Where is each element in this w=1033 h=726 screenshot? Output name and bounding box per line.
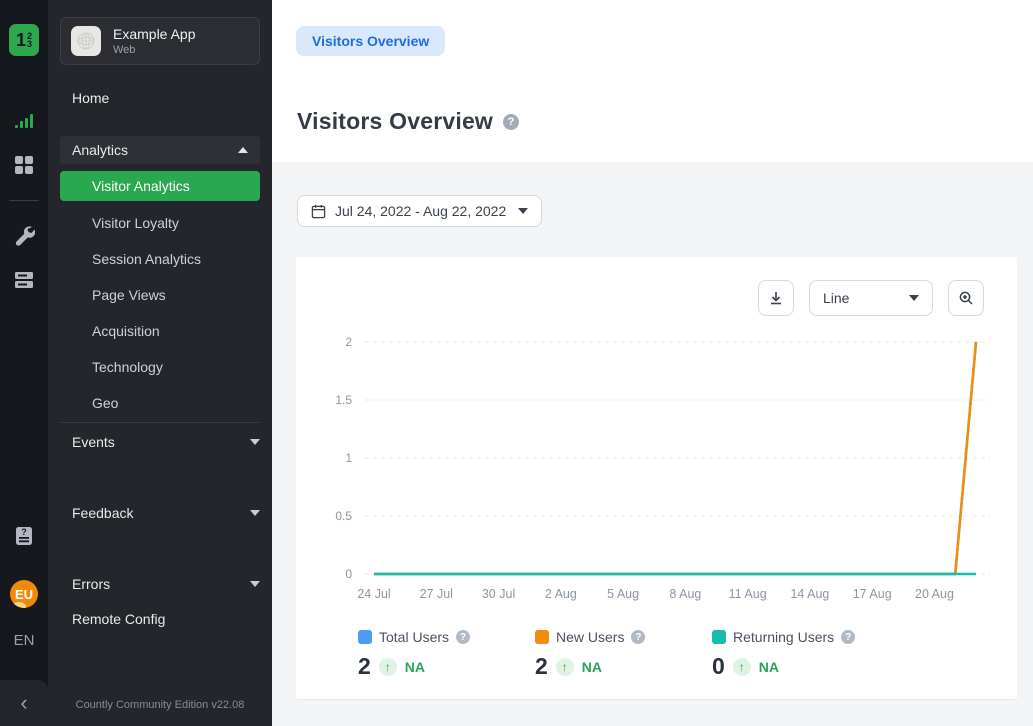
- download-chart-button[interactable]: [758, 280, 794, 316]
- rail-divider: [9, 200, 39, 201]
- svg-text:?: ?: [21, 527, 27, 537]
- main-content: Visitors Overview Visitors Overview ? Ju…: [272, 0, 1033, 726]
- svg-text:1.5: 1.5: [335, 393, 352, 407]
- trend-up-icon: ↑: [733, 658, 751, 676]
- app-icon: [71, 26, 101, 56]
- calendar-icon: [311, 204, 326, 219]
- version-footer: Countly Community Edition v22.08: [48, 699, 272, 711]
- sidebar-item-technology[interactable]: Technology: [60, 353, 260, 381]
- date-range-text: Jul 24, 2022 - Aug 22, 2022: [335, 203, 506, 219]
- svg-text:0: 0: [345, 567, 352, 581]
- legend-label: Total Users: [379, 629, 449, 645]
- chevron-up-icon: [238, 147, 248, 153]
- legend-value: 2: [535, 653, 548, 680]
- svg-text:11 Aug: 11 Aug: [729, 587, 767, 601]
- chart-type-select[interactable]: Line: [809, 280, 933, 316]
- menu-divider: [60, 422, 260, 423]
- page-title: Visitors Overview: [297, 108, 493, 135]
- sidebar-menu: Example App Web Home Analytics Visitor A…: [48, 0, 272, 726]
- app-name: Example App: [113, 26, 196, 42]
- svg-text:24 Jul: 24 Jul: [357, 587, 390, 601]
- legend-returning-users[interactable]: Returning Users? 0 ↑ NA: [712, 629, 889, 680]
- legend-help-icon[interactable]: ?: [456, 630, 470, 644]
- icon-rail: 123 ? EU EN ‹: [0, 0, 48, 726]
- sidebar-section-events[interactable]: Events: [48, 428, 272, 456]
- legend-total-users[interactable]: Total Users? 2 ↑ NA: [358, 629, 535, 680]
- date-range-picker[interactable]: Jul 24, 2022 - Aug 22, 2022: [297, 195, 542, 227]
- svg-text:5 Aug: 5 Aug: [607, 587, 639, 601]
- chevron-down-icon: [250, 510, 260, 516]
- chevron-down-icon: [518, 208, 528, 214]
- trend-up-icon: ↑: [556, 658, 574, 676]
- countly-logo-icon[interactable]: 123: [0, 24, 48, 56]
- legend-help-icon[interactable]: ?: [631, 630, 645, 644]
- analytics-submenu: Visitor Analytics Visitor Loyalty Session …: [60, 171, 260, 425]
- line-chart[interactable]: 0 0.5 1 1.5 2 24 Jul 27 Jul 30 Jul 2 Aug 5 Aug 8 A…: [296, 330, 1017, 628]
- svg-text:30 Jul: 30 Jul: [482, 587, 515, 601]
- svg-text:1: 1: [345, 451, 352, 465]
- svg-text:20 Aug: 20 Aug: [915, 587, 954, 601]
- sidebar-item-remote-config[interactable]: Remote Config: [48, 605, 272, 633]
- legend-swatch: [535, 630, 549, 644]
- chevron-down-icon: [909, 295, 919, 301]
- data-manager-server-icon[interactable]: [0, 268, 48, 292]
- sidebar-item-acquisition[interactable]: Acquisition: [60, 317, 260, 345]
- dashboards-grid-icon[interactable]: [0, 154, 48, 176]
- sidebar-item-visitor-loyalty[interactable]: Visitor Loyalty: [60, 209, 260, 237]
- legend-label: Returning Users: [733, 629, 834, 645]
- app-type: Web: [113, 44, 196, 56]
- chart-toolbar: Line: [758, 280, 984, 316]
- svg-text:2: 2: [345, 335, 352, 349]
- legend-label: New Users: [556, 629, 624, 645]
- trend-text: NA: [405, 659, 425, 675]
- legend-swatch: [712, 630, 726, 644]
- legend-value: 2: [358, 653, 371, 680]
- sidebar-item-geo[interactable]: Geo: [60, 389, 260, 417]
- trend-text: NA: [582, 659, 602, 675]
- sidebar-section-errors[interactable]: Errors: [48, 570, 272, 598]
- svg-text:8 Aug: 8 Aug: [669, 587, 701, 601]
- legend-swatch: [358, 630, 372, 644]
- language-selector[interactable]: EN: [0, 632, 48, 649]
- utilities-wrench-icon[interactable]: [0, 224, 48, 246]
- top-header: Visitors Overview Visitors Overview ?: [272, 0, 1033, 162]
- svg-text:27 Jul: 27 Jul: [420, 587, 453, 601]
- collapse-sidebar-button[interactable]: ‹: [0, 680, 48, 726]
- visitors-chart-card: Line 0 0.5 1 1.5 2 24 Jul 27 Jul 30 Jul 2 Aug 5 A…: [296, 257, 1017, 700]
- sidebar-section-feedback[interactable]: Feedback: [48, 499, 272, 527]
- chevron-down-icon: [250, 439, 260, 445]
- svg-text:0.5: 0.5: [335, 509, 352, 523]
- sidebar-section-analytics[interactable]: Analytics: [60, 136, 260, 164]
- analytics-bars-icon[interactable]: [0, 110, 48, 132]
- app-selector[interactable]: Example App Web: [60, 17, 260, 65]
- legend-help-icon[interactable]: ?: [841, 630, 855, 644]
- sidebar-item-visitor-analytics[interactable]: Visitor Analytics: [60, 171, 260, 201]
- sidebar-item-session-analytics[interactable]: Session Analytics: [60, 245, 260, 273]
- legend-value: 0: [712, 653, 725, 680]
- trend-text: NA: [759, 659, 779, 675]
- trend-up-icon: ↑: [379, 658, 397, 676]
- chart-legend: Total Users?2↑NANew Users?2↑NAReturning …: [358, 629, 889, 680]
- svg-text:2 Aug: 2 Aug: [545, 587, 577, 601]
- tab-visitors-overview[interactable]: Visitors Overview: [296, 26, 445, 56]
- title-help-icon[interactable]: ?: [503, 114, 519, 130]
- svg-text:14 Aug: 14 Aug: [790, 587, 829, 601]
- chevron-down-icon: [250, 581, 260, 587]
- svg-text:17 Aug: 17 Aug: [853, 587, 892, 601]
- sidebar-item-page-views[interactable]: Page Views: [60, 281, 260, 309]
- report-manager-help-icon[interactable]: ?: [0, 524, 48, 548]
- zoom-chart-button[interactable]: [948, 280, 984, 316]
- sidebar-item-home[interactable]: Home: [48, 84, 272, 112]
- legend-new-users[interactable]: New Users? 2 ↑ NA: [535, 629, 712, 680]
- region-eu-badge[interactable]: EU: [0, 580, 48, 608]
